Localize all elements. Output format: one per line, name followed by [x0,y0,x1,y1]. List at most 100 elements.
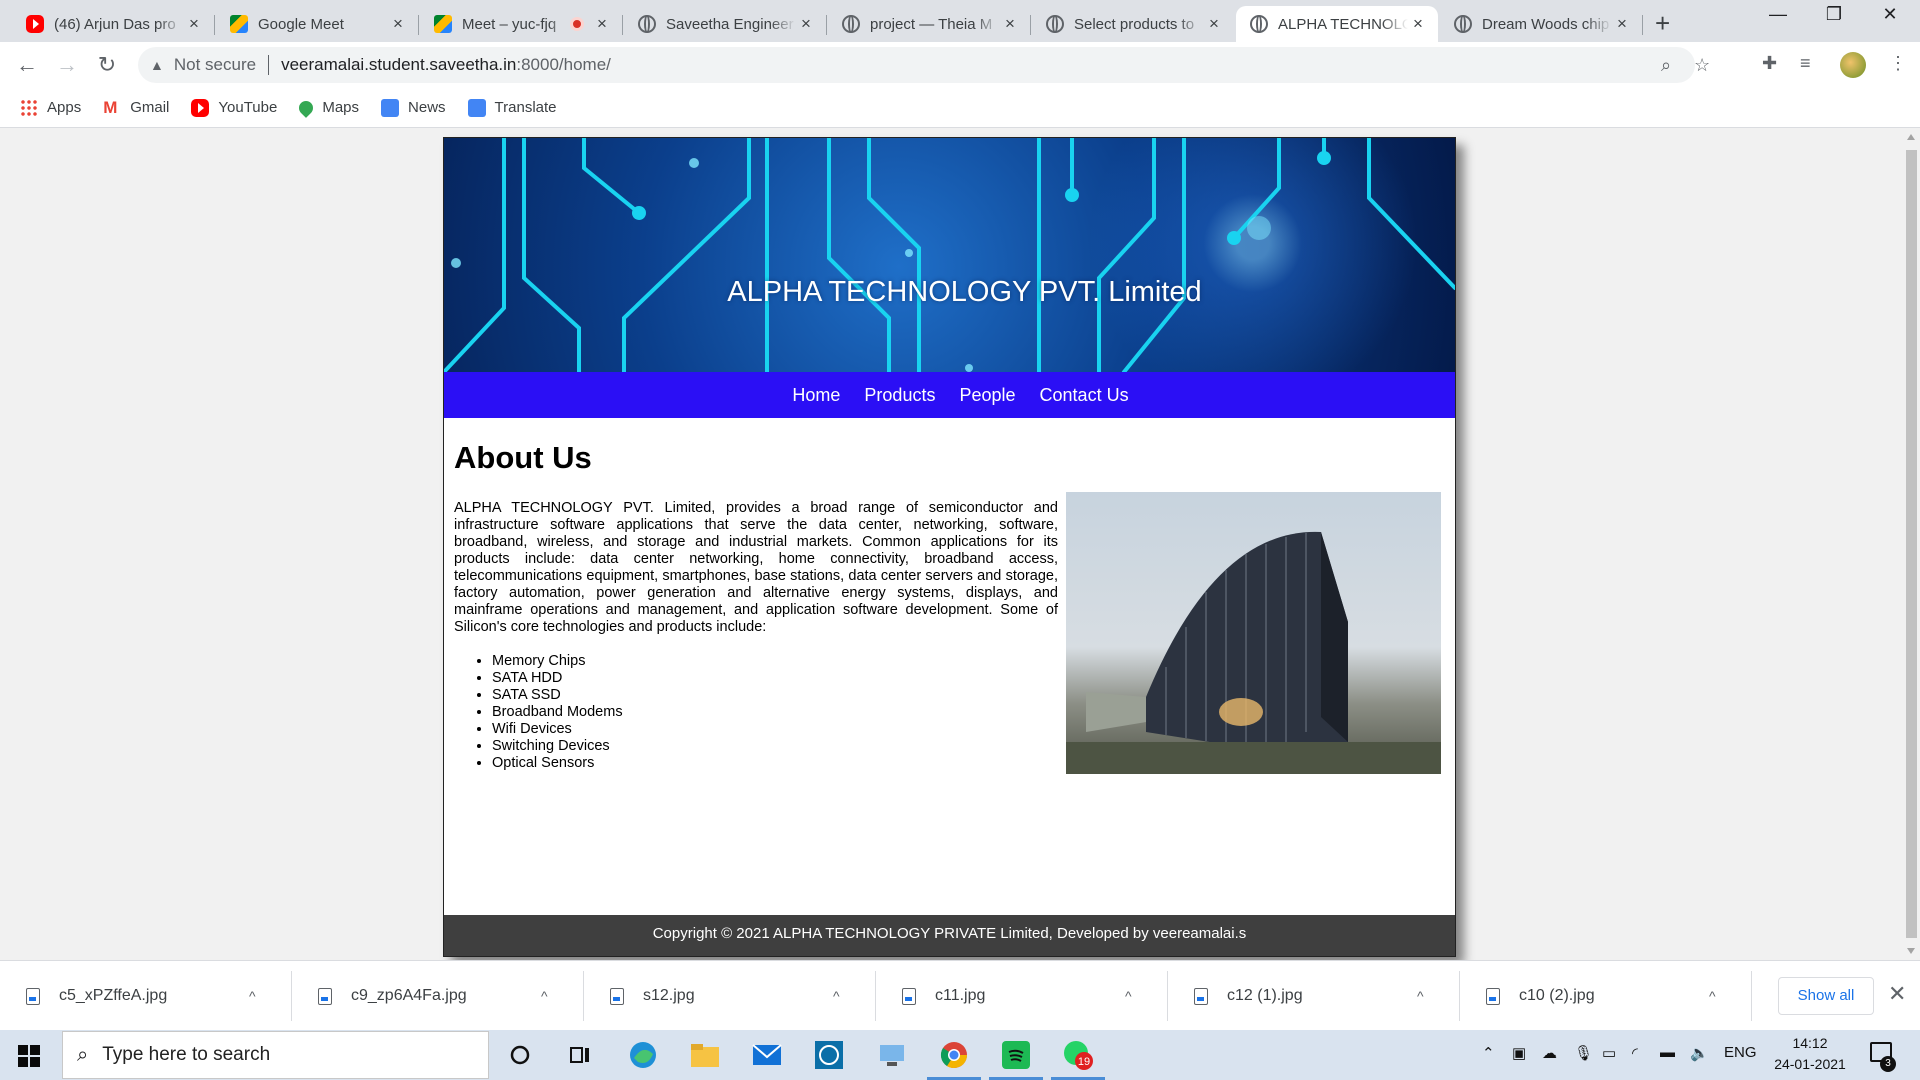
download-item[interactable]: c12 (1).jpg ^ [1168,961,1460,1031]
download-filename: c11.jpg [935,987,986,1004]
meet-tray-icon[interactable]: ▣ [1512,1044,1526,1062]
list-item: SATA HDD [492,670,623,687]
new-tab-button[interactable]: + [1655,8,1670,39]
download-item[interactable]: s12.jpg ^ [584,961,876,1031]
close-shelf-icon[interactable]: ✕ [1888,981,1906,1007]
display-icon[interactable]: ▭ [1602,1044,1616,1062]
battery-icon[interactable]: ▬ [1660,1044,1675,1061]
nav-link-people[interactable]: People [959,385,1015,406]
security-label[interactable]: Not secure [174,55,256,75]
language-indicator[interactable]: ENG [1724,1044,1757,1061]
bookmark-gmail[interactable]: M Gmail [103,98,169,117]
tab-close-icon[interactable]: × [184,14,204,34]
interior-light [1219,698,1263,726]
url-text[interactable]: veeramalai.student.saveetha.in:8000/home… [281,55,611,75]
profile-avatar[interactable] [1840,52,1866,78]
bookmark-star-icon[interactable]: ☆ [1694,55,1710,76]
chevron-up-icon[interactable]: ^ [1125,988,1132,1004]
whatsapp-icon[interactable]: 19 [1051,1038,1105,1080]
list-item: SATA SSD [492,687,623,704]
image-file-icon [1486,987,1500,1005]
tab-close-icon[interactable]: × [592,14,612,34]
bookmark-youtube[interactable]: YouTube [191,98,277,117]
page-viewport: ALPHA TECHNOLOGY PVT. Limited Home Produ… [0,128,1920,960]
nav-link-contact-us[interactable]: Contact Us [1040,385,1129,406]
download-shelf: c5_xPZffeA.jpg ^ c9_zp6A4Fa.jpg ^ s12.jp… [0,960,1920,1030]
about-section: About Us ALPHA TECHNOLOGY PVT. Limited, … [454,418,1445,774]
pc-settings-icon[interactable] [875,1038,909,1072]
chevron-up-icon[interactable]: ^ [541,988,548,1004]
circuit-line [1097,138,1156,372]
tab-youtube[interactable]: (46) Arjun Das pro × [12,6,215,42]
back-button[interactable]: ← [14,52,40,78]
tab-close-icon[interactable]: × [1204,14,1224,34]
download-item[interactable]: c9_zp6A4Fa.jpg ^ [292,961,584,1031]
tab-select-products[interactable]: Select products to × [1032,6,1234,42]
tab-google-meet[interactable]: Google Meet × [216,6,419,42]
menu-kebab-icon[interactable]: ⋮ [1889,53,1907,74]
chevron-up-icon[interactable]: ^ [833,988,840,1004]
globe-icon [1250,15,1268,33]
minimize-button[interactable]: — [1755,4,1801,25]
tab-close-icon[interactable]: × [1000,14,1020,34]
bookmark-news[interactable]: News [381,98,446,117]
forward-button[interactable]: → [54,52,80,78]
tab-meet-call[interactable]: Meet – yuc-fjq × [420,6,623,42]
circuit-graphic [444,138,1455,372]
dell-app-icon[interactable] [812,1038,846,1072]
nav-link-products[interactable]: Products [864,385,935,406]
chevron-up-icon[interactable]: ^ [1709,988,1716,1004]
windows-taskbar: ⌕ Type here to search 19 ⌃ ▣ ☁ 🎙 ▭ ◜ ▬ 🔈… [0,1030,1920,1080]
tab-close-icon[interactable]: × [1612,14,1632,34]
nav-link-home[interactable]: Home [792,385,840,406]
tab-title: Meet – yuc-fjq [462,15,557,33]
tab-alpha-technology[interactable]: ALPHA TECHNOLOG × [1236,6,1438,42]
download-item[interactable]: c5_xPZffeA.jpg ^ [0,961,292,1031]
taskbar-search-box[interactable]: ⌕ Type here to search [62,1031,489,1079]
download-item[interactable]: c10 (2).jpg ^ [1460,961,1752,1031]
mail-icon[interactable] [750,1038,784,1072]
show-all-button[interactable]: Show all [1778,977,1874,1015]
bookmark-maps[interactable]: Maps [296,97,359,118]
file-explorer-icon[interactable] [688,1038,722,1072]
address-bar[interactable]: ▲ Not secure veeramalai.student.saveetha… [138,47,1710,83]
windows-start-icon[interactable] [18,1045,40,1067]
show-hidden-icons-chevron-icon[interactable]: ⌃ [1482,1044,1495,1062]
volume-icon[interactable]: 🔈 [1690,1044,1709,1062]
extensions-puzzle-icon[interactable]: ✚ [1762,53,1777,74]
scroll-thumb[interactable] [1906,150,1917,938]
microphone-icon[interactable]: 🎙 [1574,1044,1593,1062]
spotify-icon[interactable] [989,1038,1043,1080]
task-view-icon[interactable] [563,1038,597,1072]
maximize-button[interactable]: ❐ [1811,4,1857,25]
edge-browser-icon[interactable] [626,1038,660,1072]
zoom-icon[interactable]: ⌕ [1661,55,1671,76]
window-close-button[interactable]: ✕ [1867,4,1913,25]
chrome-icon[interactable] [927,1038,981,1080]
wifi-icon[interactable]: ◜ [1632,1044,1638,1062]
tab-theia[interactable]: project — Theia M × [828,6,1031,42]
light-glint [1247,216,1271,240]
tab-close-icon[interactable]: × [796,14,816,34]
onedrive-cloud-icon[interactable]: ☁ [1542,1044,1557,1062]
reload-button[interactable]: ↻ [94,52,120,78]
bookmark-apps[interactable]: Apps [20,98,81,117]
tab-close-icon[interactable]: × [1408,14,1428,34]
tab-dream-woods[interactable]: Dream Woods chip × [1440,6,1643,42]
tab-title: Select products to [1074,15,1195,33]
bookmark-translate[interactable]: Translate [467,98,557,117]
url-host: veeramalai.student.saveetha.in [281,55,517,74]
tab-close-icon[interactable]: × [388,14,408,34]
globe-icon [638,15,656,33]
scroll-down-icon[interactable] [1907,948,1915,954]
warning-icon[interactable]: ▲ [150,57,164,73]
scroll-up-icon[interactable] [1907,134,1915,140]
tab-saveetha[interactable]: Saveetha Engineer × [624,6,827,42]
cortana-icon[interactable] [503,1038,537,1072]
download-item[interactable]: c11.jpg ^ [876,961,1168,1031]
page-scrollbar[interactable] [1903,128,1920,960]
chevron-up-icon[interactable]: ^ [1417,988,1424,1004]
taskbar-clock[interactable]: 14:12 24-01-2021 [1768,1033,1852,1075]
media-queue-icon[interactable]: ≡ [1800,53,1811,74]
chevron-up-icon[interactable]: ^ [249,988,256,1004]
